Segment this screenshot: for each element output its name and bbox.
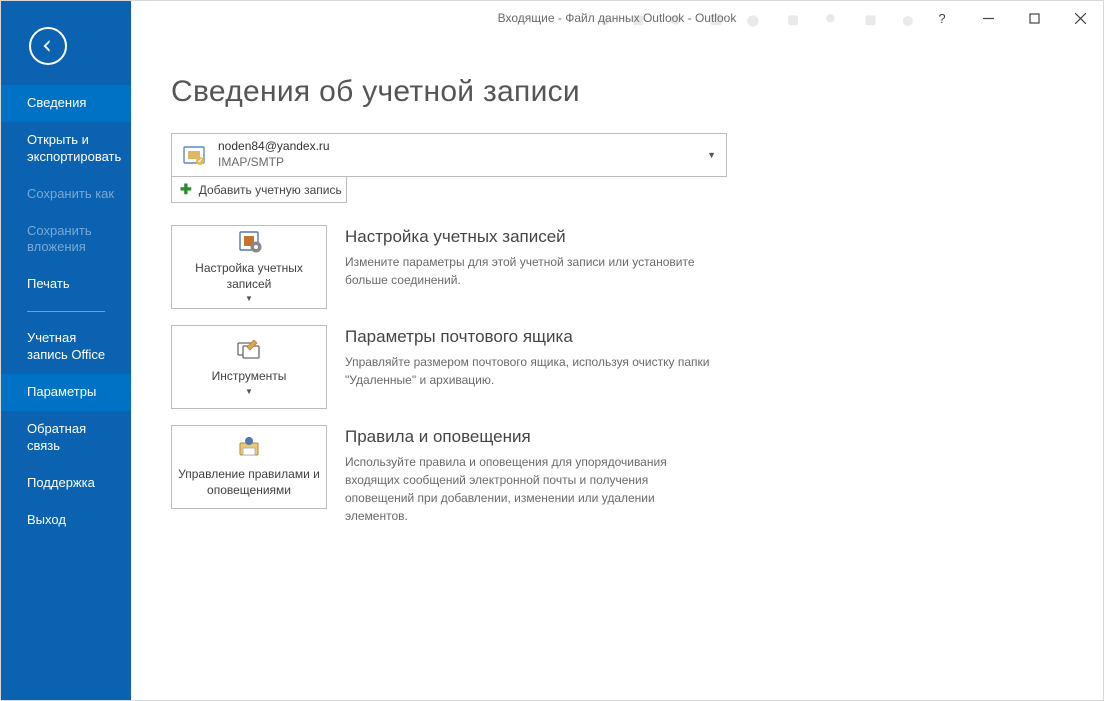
add-account-label: Добавить учетную запись xyxy=(199,183,342,197)
section-account-settings: Настройка учетных записей ▼ Настройка уч… xyxy=(171,225,1063,309)
sidebar-item-options[interactable]: Параметры xyxy=(1,374,131,411)
main-area: Входящие - Файл данных Outlook - Outlook… xyxy=(131,1,1103,700)
minimize-icon xyxy=(983,13,994,24)
sidebar-item-save-attachments: Сохранить вложения xyxy=(1,213,131,267)
chevron-down-icon: ▼ xyxy=(707,150,716,160)
minimize-button[interactable] xyxy=(965,1,1011,35)
tile-account-settings[interactable]: Настройка учетных записей ▼ xyxy=(171,225,327,309)
section-text: Настройка учетных записей Измените парам… xyxy=(345,225,715,309)
tile-label: Инструменты xyxy=(212,369,287,385)
section-title: Параметры почтового ящика xyxy=(345,327,715,347)
plus-icon: ✚ xyxy=(180,181,192,198)
account-dropdown[interactable]: noden84@yandex.ru IMAP/SMTP ▼ xyxy=(171,133,727,177)
account-email: noden84@yandex.ru xyxy=(218,139,330,155)
section-title: Правила и оповещения xyxy=(345,427,715,447)
account-icon xyxy=(180,141,208,169)
page-title: Сведения об учетной записи xyxy=(171,75,1063,109)
sidebar-item-exit[interactable]: Выход xyxy=(1,502,131,539)
arrow-left-icon xyxy=(39,37,57,55)
app-window: Сведения Открыть и экспортировать Сохран… xyxy=(0,0,1104,701)
tile-rules-alerts[interactable]: Управление правилами и оповещениями xyxy=(171,425,327,509)
sidebar-item-info[interactable]: Сведения xyxy=(1,85,131,122)
chevron-down-icon: ▼ xyxy=(245,294,253,304)
window-controls: ? xyxy=(919,1,1103,35)
account-settings-icon xyxy=(234,229,264,255)
account-protocol: IMAP/SMTP xyxy=(218,155,330,171)
maximize-button[interactable] xyxy=(1011,1,1057,35)
rules-alerts-icon xyxy=(234,435,264,461)
add-account-button[interactable]: ✚ Добавить учетную запись xyxy=(171,177,347,203)
chevron-down-icon: ▼ xyxy=(245,387,253,397)
tile-label: Управление правилами и оповещениями xyxy=(178,467,320,498)
sidebar-item-open-export[interactable]: Открыть и экспортировать xyxy=(1,122,131,176)
account-text: noden84@yandex.ru IMAP/SMTP xyxy=(218,139,330,170)
window-title: Входящие - Файл данных Outlook - Outlook xyxy=(498,11,737,25)
sidebar-item-support[interactable]: Поддержка xyxy=(1,465,131,502)
sidebar-separator xyxy=(27,311,105,312)
section-desc: Управляйте размером почтового ящика, исп… xyxy=(345,353,715,389)
sidebar-item-feedback[interactable]: Обратная связь xyxy=(1,411,131,465)
section-title: Настройка учетных записей xyxy=(345,227,715,247)
backstage-sidebar: Сведения Открыть и экспортировать Сохран… xyxy=(1,1,131,700)
sidebar-item-save-as: Сохранить как xyxy=(1,176,131,213)
section-text: Правила и оповещения Используйте правила… xyxy=(345,425,715,525)
section-mailbox-settings: Инструменты ▼ Параметры почтового ящика … xyxy=(171,325,1063,409)
section-rules-alerts: Управление правилами и оповещениями Прав… xyxy=(171,425,1063,525)
sidebar-item-office-account[interactable]: Учетная запись Office xyxy=(1,320,131,374)
section-desc: Используйте правила и оповещения для упо… xyxy=(345,453,715,525)
close-button[interactable] xyxy=(1057,1,1103,35)
titlebar: Входящие - Файл данных Outlook - Outlook… xyxy=(131,1,1103,35)
close-icon xyxy=(1075,13,1086,24)
sidebar-item-print[interactable]: Печать xyxy=(1,266,131,303)
section-desc: Измените параметры для этой учетной запи… xyxy=(345,253,715,289)
back-button[interactable] xyxy=(29,27,67,65)
help-button[interactable]: ? xyxy=(919,1,965,35)
tools-icon xyxy=(234,337,264,363)
tile-tools[interactable]: Инструменты ▼ xyxy=(171,325,327,409)
section-text: Параметры почтового ящика Управляйте раз… xyxy=(345,325,715,409)
maximize-icon xyxy=(1029,13,1040,24)
content: Сведения об учетной записи noden84@yande… xyxy=(131,35,1103,561)
tile-label: Настройка учетных записей xyxy=(178,261,320,292)
